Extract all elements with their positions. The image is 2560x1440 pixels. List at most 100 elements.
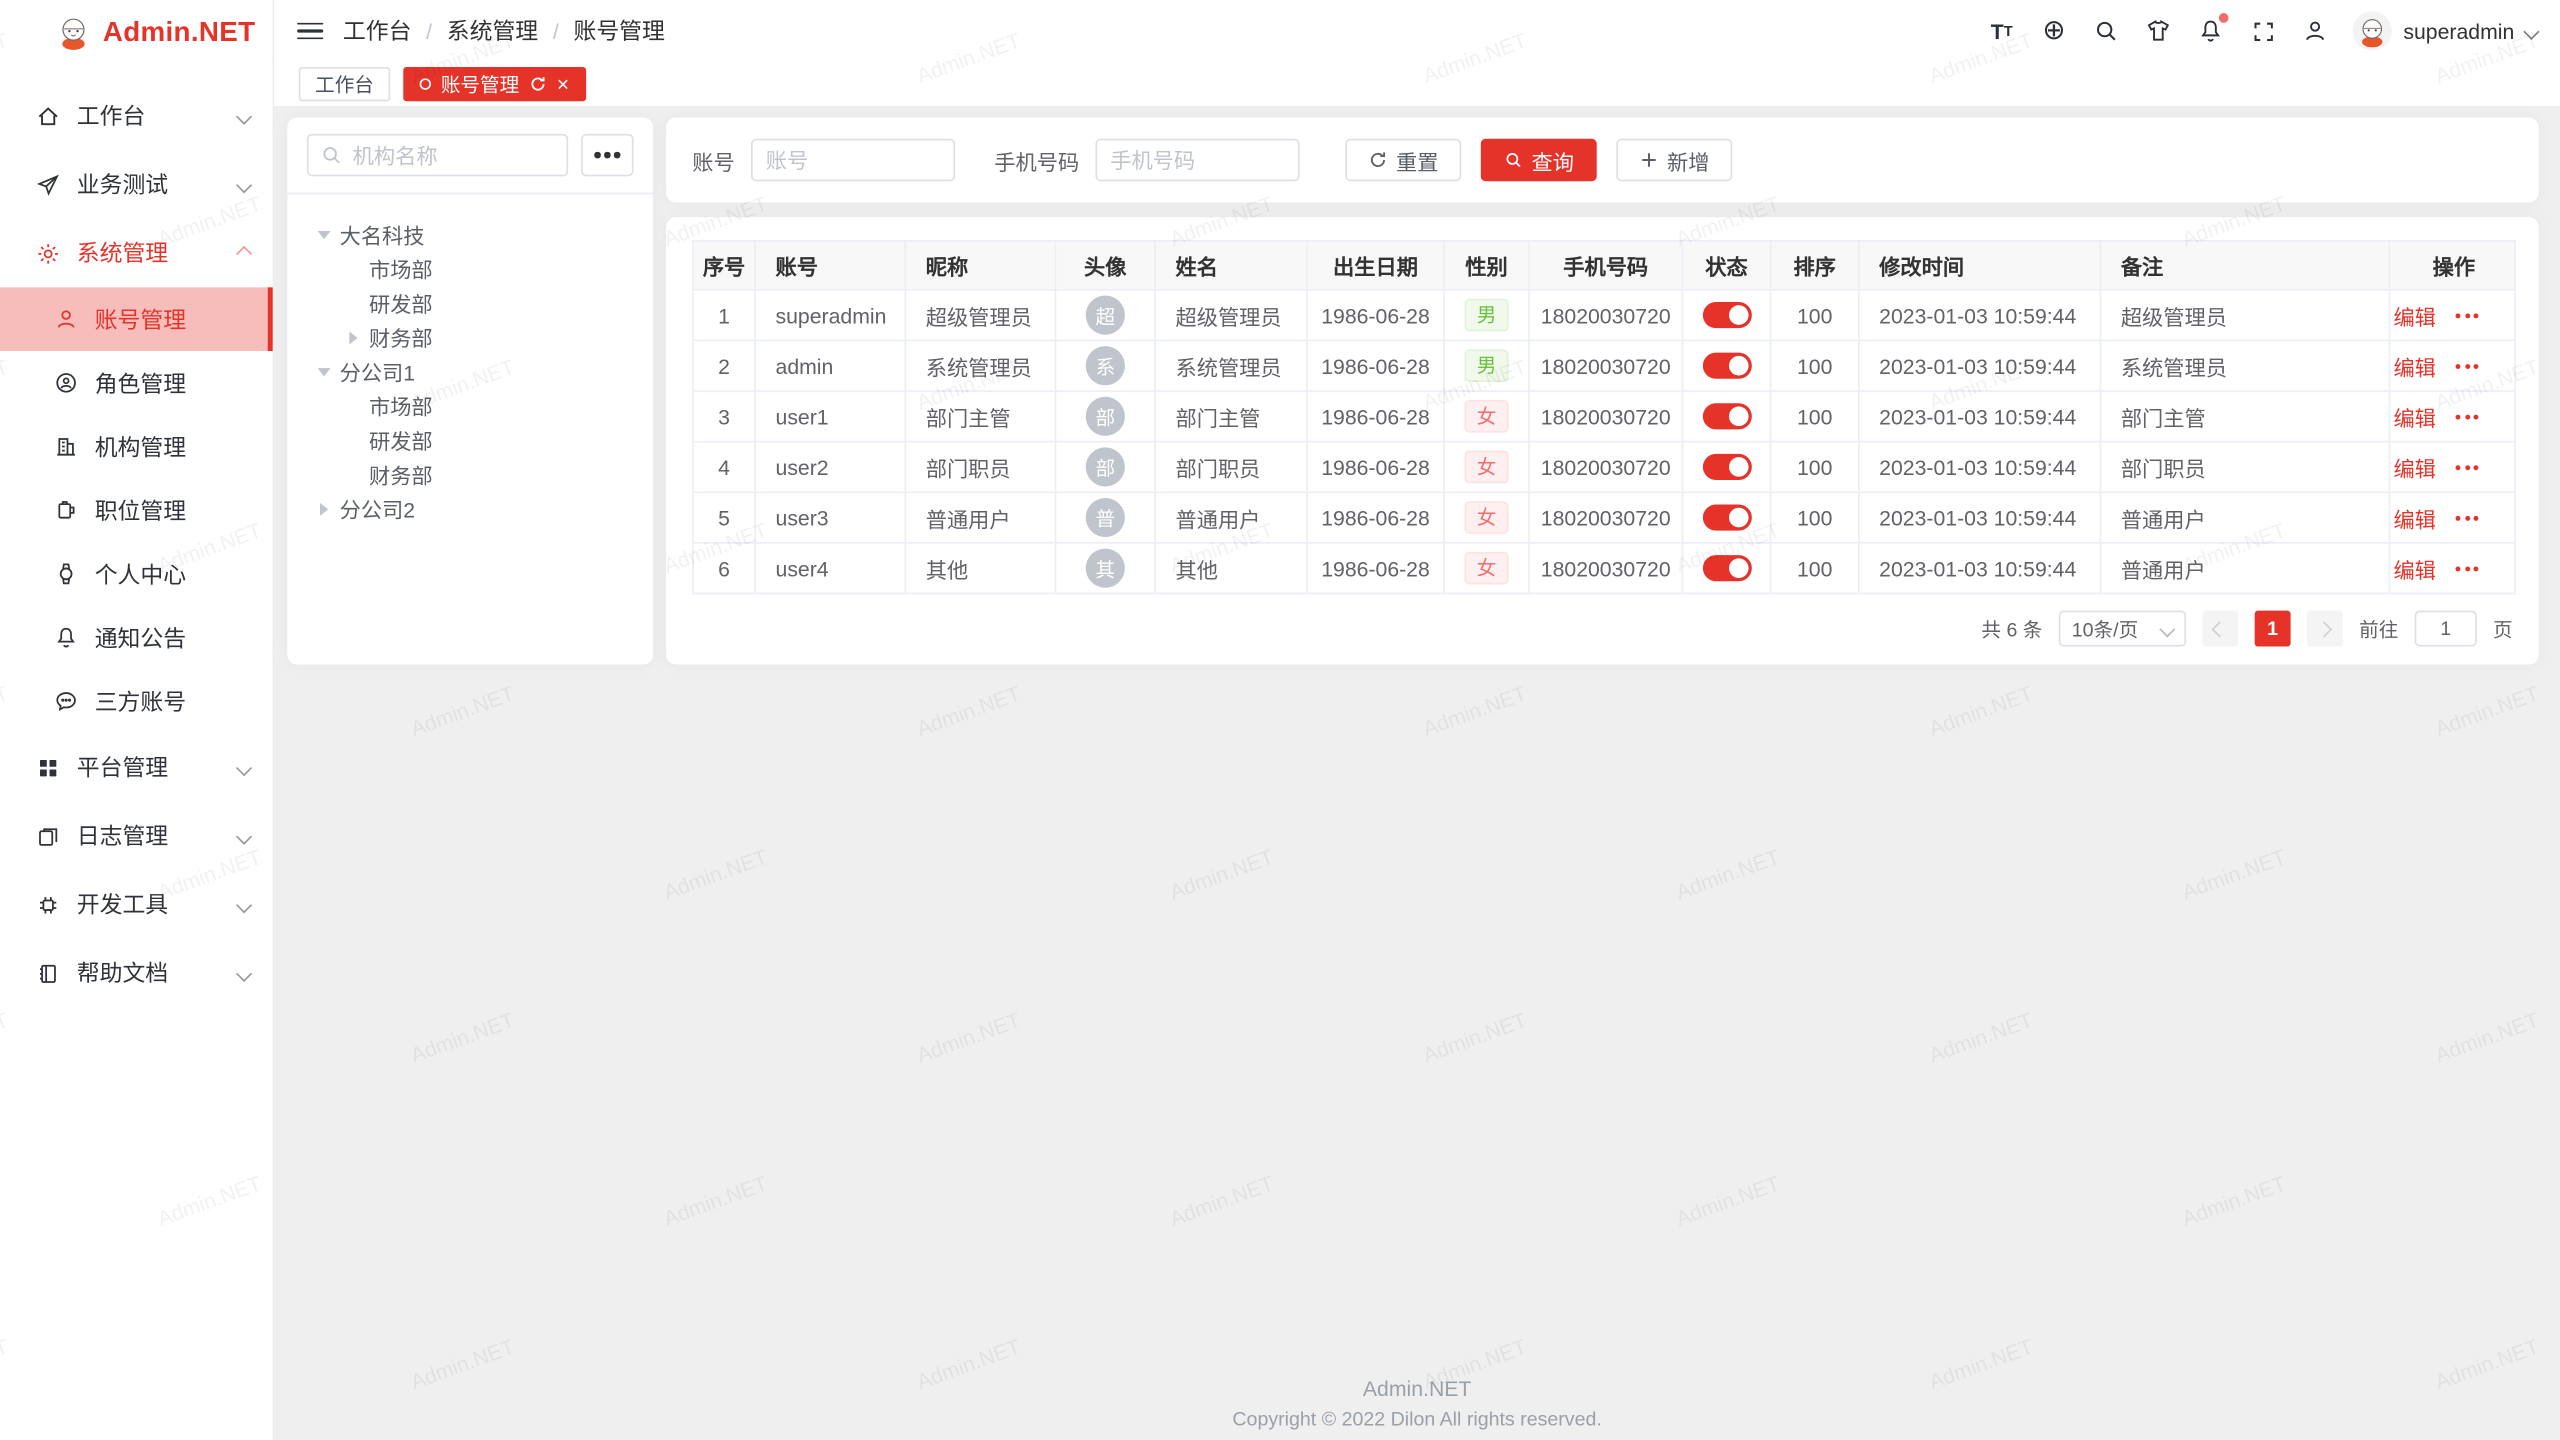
cell-account: admin	[755, 340, 905, 391]
close-icon[interactable]: ×	[557, 73, 569, 94]
theme-icon[interactable]	[2144, 16, 2173, 45]
sidebar-item-org-management[interactable]: 机构管理	[0, 415, 273, 479]
notification-icon[interactable]	[2196, 16, 2225, 45]
cell-no: 4	[693, 442, 755, 493]
column-header: 排序	[1771, 241, 1859, 290]
edit-button[interactable]: 编辑	[2389, 401, 2436, 432]
caret-icon	[349, 331, 357, 344]
tree-node[interactable]: 研发部	[307, 423, 634, 457]
status-toggle[interactable]	[1702, 404, 1751, 430]
current-page[interactable]: 1	[2255, 611, 2291, 647]
sidebar-item-platform-management[interactable]: 平台管理	[0, 733, 273, 802]
next-page-button[interactable]	[2307, 611, 2343, 647]
sex-tag: 男	[1465, 349, 1507, 382]
org-search	[307, 134, 568, 176]
search-icon[interactable]	[2092, 16, 2121, 45]
cell-mtime: 2023-01-03 10:59:44	[1859, 290, 2101, 341]
cell-nickname: 普通用户	[905, 492, 1055, 543]
column-header: 姓名	[1155, 241, 1307, 290]
tree-node[interactable]: 市场部	[307, 251, 634, 285]
tree-node[interactable]: 财务部	[307, 457, 634, 491]
more-actions-button[interactable]	[2456, 464, 2479, 469]
reset-button[interactable]: 重置	[1345, 139, 1461, 181]
chevron-down-icon	[236, 965, 252, 981]
breadcrumb-item[interactable]: 系统管理	[447, 15, 538, 48]
tab-workbench[interactable]: 工作台	[299, 67, 390, 101]
phone-input[interactable]	[1096, 139, 1300, 181]
tree-node[interactable]: 分公司1	[307, 354, 634, 388]
tree-node[interactable]: 市场部	[307, 389, 634, 423]
search-button[interactable]: 查询	[1481, 139, 1597, 181]
edit-button[interactable]: 编辑	[2389, 350, 2436, 381]
log-icon	[36, 824, 60, 848]
tree-node[interactable]: 财务部	[307, 320, 634, 354]
sidebar-item-profile-center[interactable]: 个人中心	[0, 542, 273, 606]
filter-bar: 账号 手机号码 重置 查询 新增	[666, 118, 2539, 203]
active-dot-icon	[420, 78, 431, 89]
prev-page-button[interactable]	[2202, 611, 2238, 647]
sidebar-item-account-management[interactable]: 账号管理	[0, 287, 273, 351]
font-size-icon[interactable]: TT	[1987, 16, 2016, 45]
status-toggle[interactable]	[1702, 454, 1751, 480]
fullscreen-icon[interactable]	[2248, 16, 2277, 45]
sidebar-item-notice[interactable]: 通知公告	[0, 606, 273, 670]
table-header-row: 序号 账号 昵称 头像 姓名 出生日期 性别 手机号码 状态 排序 修改时间 备…	[693, 241, 2515, 290]
cell-nickname: 系统管理员	[905, 340, 1055, 391]
status-toggle[interactable]	[1702, 303, 1751, 329]
gear-icon	[36, 241, 60, 265]
goto-page-input[interactable]	[2415, 611, 2477, 647]
chevron-right-icon	[2317, 620, 2333, 636]
org-search-input[interactable]	[307, 134, 568, 176]
breadcrumb-separator: /	[426, 19, 432, 43]
sidebar-item-thirdparty-account[interactable]: 三方账号	[0, 669, 273, 733]
tree-node[interactable]: 大名科技	[307, 217, 634, 251]
tree-more-button[interactable]	[581, 134, 633, 176]
sidebar-item-log-management[interactable]: 日志管理	[0, 802, 273, 871]
sidebar-item-dev-tools[interactable]: 开发工具	[0, 870, 273, 939]
grid-icon	[36, 755, 60, 779]
sex-tag: 男	[1465, 299, 1507, 332]
cell-status	[1682, 391, 1770, 442]
cell-remark: 普通用户	[2100, 492, 2389, 543]
tree-node[interactable]: 分公司2	[307, 491, 634, 525]
edit-button[interactable]: 编辑	[2389, 502, 2436, 533]
refresh-icon[interactable]	[529, 75, 547, 93]
collapse-menu-icon[interactable]	[297, 22, 323, 40]
edit-button[interactable]: 编辑	[2389, 451, 2436, 482]
tree-node[interactable]: 研发部	[307, 286, 634, 320]
sidebar-item-position-management[interactable]: 职位管理	[0, 478, 273, 542]
cell-name: 超级管理员	[1155, 290, 1307, 341]
tab-account-management[interactable]: 账号管理 ×	[403, 67, 585, 101]
sidebar-item-workbench[interactable]: 工作台	[0, 82, 273, 151]
more-actions-button[interactable]	[2456, 414, 2479, 419]
app-viewport: Admin.NET 工作台 业务测试 系统管理 账号管理	[0, 0, 2560, 1440]
page-size-select[interactable]: 10条/页	[2059, 611, 2186, 647]
sidebar-item-help-docs[interactable]: 帮助文档	[0, 939, 273, 1008]
language-icon[interactable]: ⊕	[2039, 16, 2068, 45]
cell-status	[1682, 543, 1770, 594]
breadcrumb-item[interactable]: 工作台	[343, 15, 412, 48]
more-actions-button[interactable]	[2456, 515, 2479, 520]
more-actions-button[interactable]	[2456, 566, 2479, 571]
sidebar-item-business-test[interactable]: 业务测试	[0, 150, 273, 219]
profile-icon[interactable]	[2301, 16, 2330, 45]
user-menu[interactable]: superadmin	[2353, 11, 2537, 50]
cell-no: 3	[693, 391, 755, 442]
username: superadmin	[2403, 19, 2514, 43]
status-toggle[interactable]	[1702, 556, 1751, 582]
status-toggle[interactable]	[1702, 353, 1751, 379]
position-icon	[54, 498, 78, 522]
edit-button[interactable]: 编辑	[2389, 553, 2436, 584]
cell-avatar: 其	[1056, 543, 1156, 594]
account-label: 账号	[692, 144, 734, 175]
cell-remark: 超级管理员	[2100, 290, 2389, 341]
more-actions-button[interactable]	[2456, 313, 2479, 318]
more-actions-button[interactable]	[2456, 363, 2479, 368]
account-input[interactable]	[751, 139, 955, 181]
edit-button[interactable]: 编辑	[2389, 300, 2436, 331]
sidebar-item-role-management[interactable]: 角色管理	[0, 351, 273, 415]
cell-remark: 部门职员	[2100, 442, 2389, 493]
add-button[interactable]: 新增	[1616, 139, 1732, 181]
status-toggle[interactable]	[1702, 505, 1751, 531]
sidebar-item-system-management[interactable]: 系统管理	[0, 219, 273, 288]
